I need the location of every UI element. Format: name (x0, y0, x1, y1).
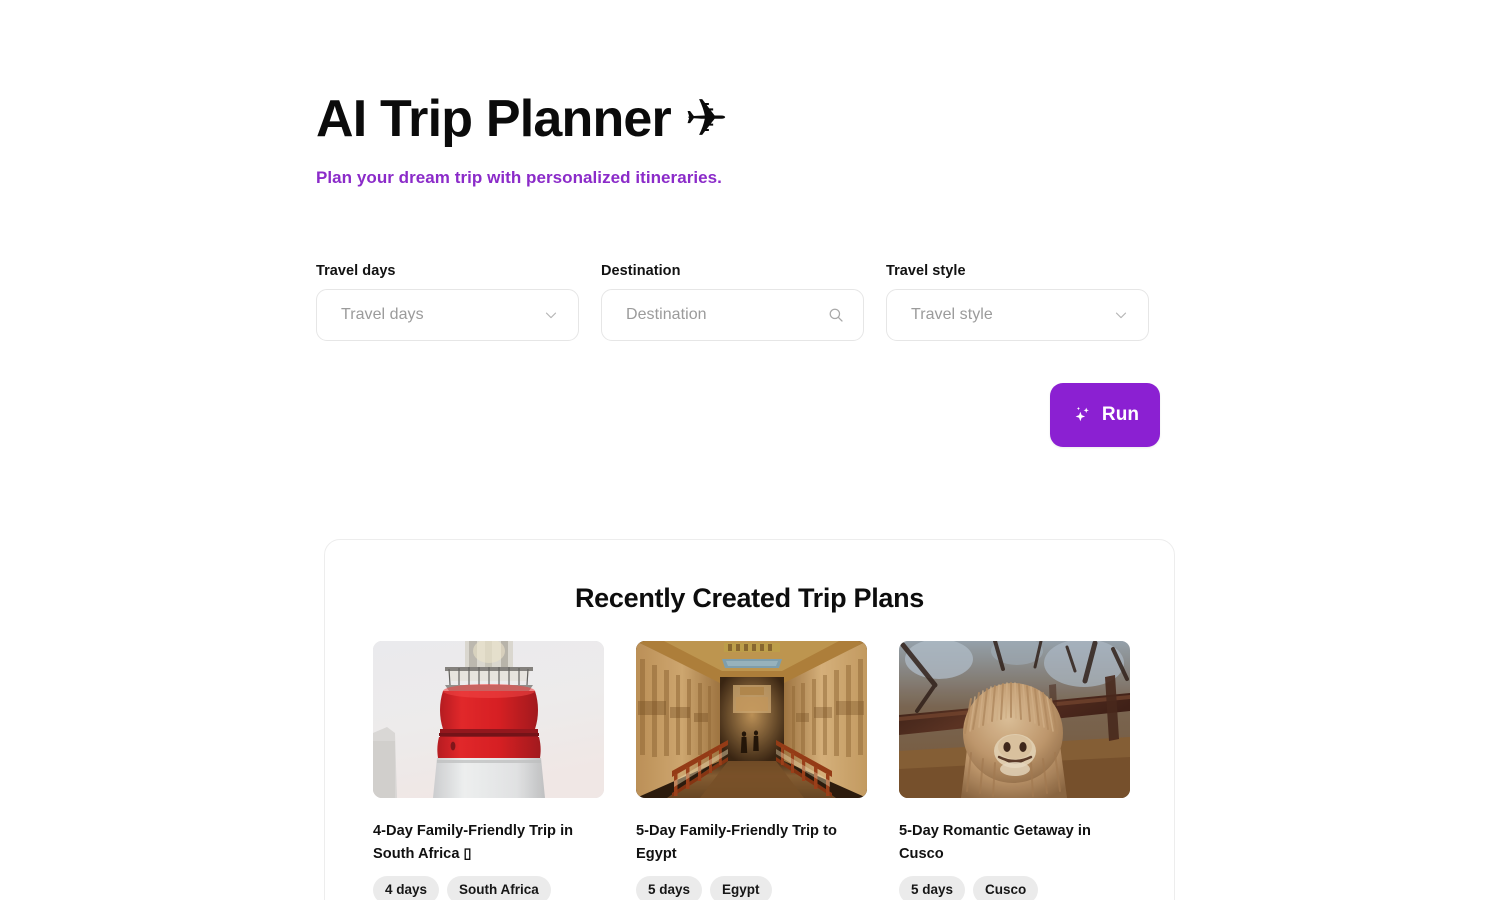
label-travel-style: Travel style (886, 263, 966, 279)
trip-card-tags: 5 days Egypt (636, 876, 867, 900)
title-emoji-icon: ✈ (684, 89, 729, 149)
travel-style-value: Travel style (911, 306, 993, 323)
tag-duration: 5 days (636, 876, 703, 900)
trip-card[interactable]: 4-Day Family-Friendly Trip in South Afri… (373, 641, 604, 900)
field-travel-days: Travel days Travel days (316, 262, 579, 341)
travel-days-select[interactable]: Travel days (316, 289, 579, 341)
travel-style-select[interactable]: Travel style (886, 289, 1149, 341)
egypt-tomb-corridor-photo (636, 641, 867, 798)
run-button-label: Run (1101, 404, 1140, 425)
trip-card-tags: 5 days Cusco (899, 876, 1130, 900)
page-title: AI Trip Planner ✈ (316, 88, 1216, 150)
search-icon[interactable] (825, 304, 847, 326)
trip-card-title: 4-Day Family-Friendly Trip in South Afri… (373, 823, 574, 862)
travel-days-value: Travel days (341, 306, 424, 323)
app-root: AI Trip Planner ✈ Plan your dream trip w… (0, 0, 1500, 900)
trip-card-tags: 4 days South Africa (373, 876, 604, 900)
run-button[interactable]: Run (1050, 383, 1160, 447)
destination-input[interactable]: Destination (626, 306, 825, 324)
trip-card[interactable]: 5-Day Romantic Getaway in Cusco 5 days C… (899, 641, 1130, 900)
recent-plans-panel: Recently Created Trip Plans 4-Day Family… (324, 539, 1175, 900)
page-title-text: AI Trip Planner (316, 90, 672, 148)
recent-plans-title: Recently Created Trip Plans (574, 583, 925, 613)
alpaca-photo (899, 641, 1130, 798)
recent-plans-list: 4-Day Family-Friendly Trip in South Afri… (325, 641, 1174, 900)
field-destination: Destination Destination (601, 262, 864, 341)
destination-input-wrapper[interactable]: Destination (601, 289, 864, 341)
tag-duration: 5 days (899, 876, 966, 900)
trip-form: Travel days Travel days Destination Dest… (316, 262, 1149, 341)
sparkles-icon (1071, 404, 1093, 426)
page-subtitle: Plan your dream trip with personalized i… (316, 168, 722, 187)
chevron-down-icon (540, 304, 562, 326)
tag-destination: Egypt (710, 876, 772, 900)
trip-card-title: 5-Day Romantic Getaway in Cusco (899, 823, 1091, 862)
label-destination: Destination (601, 263, 681, 279)
tag-destination: Cusco (973, 876, 1039, 900)
page-header: AI Trip Planner ✈ Plan your dream trip w… (316, 88, 1216, 189)
tag-destination: South Africa (447, 876, 551, 900)
chevron-down-icon (1110, 304, 1132, 326)
trip-card-title: 5-Day Family-Friendly Trip to Egypt (636, 823, 837, 862)
tag-duration: 4 days (373, 876, 440, 900)
trip-card[interactable]: 5-Day Family-Friendly Trip to Egypt 5 da… (636, 641, 867, 900)
field-travel-style: Travel style Travel style (886, 262, 1149, 341)
lighthouse-photo (373, 641, 604, 798)
label-travel-days: Travel days (316, 263, 396, 279)
